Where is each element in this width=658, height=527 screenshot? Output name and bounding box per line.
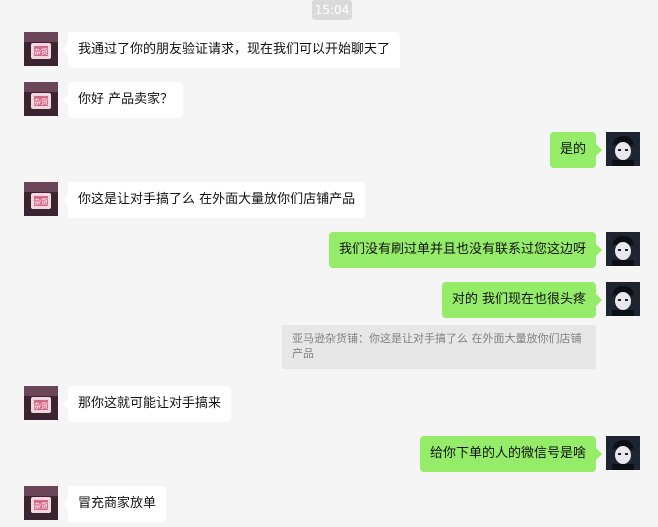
message-row: 杂货 你这是让对手搞了么 在外面大量放你们店铺产品 (0, 182, 658, 218)
incoming-message[interactable]: 我通过了你的朋友验证请求，现在我们可以开始聊天了 (61, 32, 401, 68)
outgoing-message[interactable]: 对的 我们现在也很头疼 (441, 282, 603, 318)
avatar-logo-text: 杂货 (34, 97, 48, 106)
self-avatar[interactable] (606, 132, 640, 166)
message-row: 杂货 那你这就可能让对手搞来 (0, 386, 658, 422)
incoming-message[interactable]: 那你这就可能让对手搞来 (61, 386, 232, 422)
message-row: 杂货 我通过了你的朋友验证请求，现在我们可以开始聊天了 (0, 32, 658, 68)
self-avatar[interactable] (606, 232, 640, 266)
avatar-logo-text: 杂货 (34, 501, 48, 510)
message-row: 对的 我们现在也很头疼 (0, 282, 658, 318)
contact-avatar[interactable]: 杂货 (24, 486, 58, 520)
outgoing-message[interactable]: 给你下单的人的微信号是啥 (419, 436, 603, 472)
chat-timestamp: 15:04 (312, 0, 352, 20)
message-row: 我们没有刷过单并且也没有联系过您这边呀 (0, 232, 658, 268)
message-row: 杂货 冒充商家放单 (0, 486, 658, 522)
message-row: 是的 (0, 132, 658, 168)
incoming-message[interactable]: 你这是让对手搞了么 在外面大量放你们店铺产品 (61, 182, 366, 218)
self-avatar[interactable] (606, 436, 640, 470)
quoted-reply[interactable]: 亚马逊杂货铺：你这是让对手搞了么 在外面大量放你们店铺产品 (282, 325, 596, 369)
avatar-logo-text: 杂货 (34, 401, 48, 410)
contact-avatar[interactable]: 杂货 (24, 182, 58, 216)
incoming-message[interactable]: 冒充商家放单 (61, 486, 167, 522)
message-row: 杂货 你好 产品卖家？ (0, 82, 658, 118)
contact-avatar[interactable]: 杂货 (24, 82, 58, 116)
incoming-message[interactable]: 你好 产品卖家？ (61, 82, 184, 118)
contact-avatar[interactable]: 杂货 (24, 386, 58, 420)
outgoing-message[interactable]: 我们没有刷过单并且也没有联系过您这边呀 (328, 232, 603, 268)
contact-avatar[interactable]: 杂货 (24, 32, 58, 66)
avatar-logo-text: 杂货 (34, 47, 48, 56)
self-avatar[interactable] (606, 282, 640, 316)
outgoing-message[interactable]: 是的 (549, 132, 603, 168)
message-row: 给你下单的人的微信号是啥 (0, 436, 658, 472)
avatar-logo-text: 杂货 (34, 197, 48, 206)
